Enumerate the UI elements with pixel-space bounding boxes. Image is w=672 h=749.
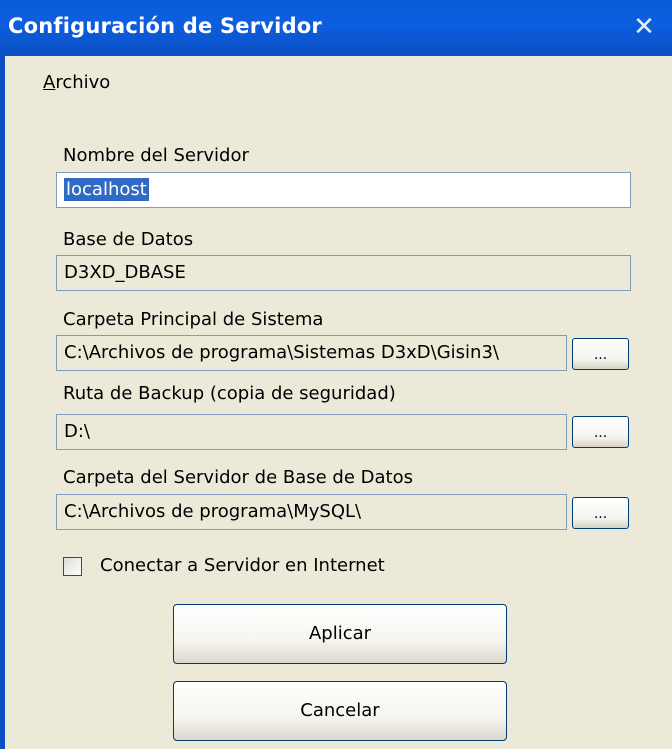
server-name-value: localhost bbox=[64, 178, 149, 201]
menu-archivo-mnemonic: A bbox=[43, 72, 56, 93]
cancel-button[interactable]: Cancelar bbox=[173, 681, 507, 741]
backup-path-field: D:\ bbox=[56, 414, 567, 450]
db-server-folder-label: Carpeta del Servidor de Base de Datos bbox=[63, 467, 413, 488]
title-bar[interactable]: Configuración de Servidor ✕ bbox=[0, 0, 672, 56]
menu-archivo[interactable]: Archivo bbox=[43, 72, 110, 93]
close-icon[interactable]: ✕ bbox=[630, 13, 658, 41]
menu-archivo-label: rchivo bbox=[55, 72, 111, 93]
internet-checkbox[interactable] bbox=[63, 557, 82, 576]
database-label: Base de Datos bbox=[63, 229, 194, 250]
apply-button[interactable]: Aplicar bbox=[173, 604, 507, 664]
db-server-folder-field: C:\Archivos de programa\MySQL\ bbox=[56, 494, 567, 530]
database-field: D3XD_DBASE bbox=[56, 255, 631, 291]
backup-path-browse-button[interactable]: ... bbox=[572, 416, 629, 448]
internet-checkbox-label[interactable]: Conectar a Servidor en Internet bbox=[100, 555, 385, 576]
main-folder-label: Carpeta Principal de Sistema bbox=[63, 309, 324, 330]
main-folder-browse-button[interactable]: ... bbox=[572, 338, 629, 370]
menu-bar: Archivo bbox=[5, 56, 672, 106]
backup-path-label: Ruta de Backup (copia de seguridad) bbox=[63, 383, 396, 404]
server-name-input[interactable]: localhost bbox=[56, 172, 631, 208]
server-name-label: Nombre del Servidor bbox=[63, 145, 249, 166]
window-title: Configuración de Servidor bbox=[8, 14, 322, 38]
db-server-folder-browse-button[interactable]: ... bbox=[572, 497, 629, 529]
main-folder-field: C:\Archivos de programa\Sistemas D3xD\Gi… bbox=[56, 335, 567, 371]
